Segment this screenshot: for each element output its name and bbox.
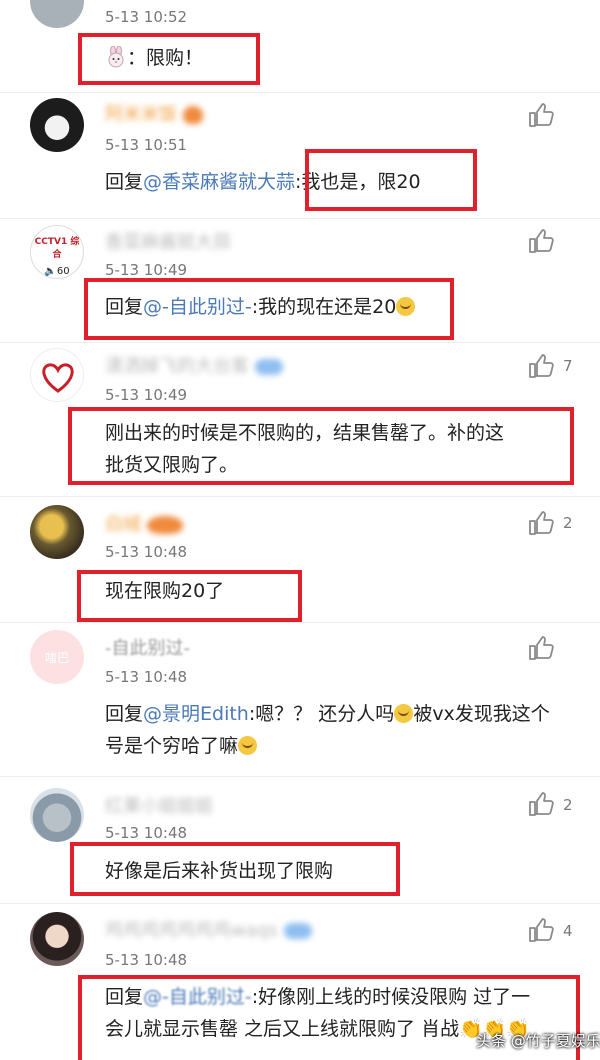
comment-content: 回复@景明Edith:嗯？？ 还分人吗 被vx发现我这个 号是个穷哈了嘛 bbox=[105, 703, 550, 757]
thumbs-up-icon[interactable] bbox=[527, 634, 555, 662]
divider bbox=[0, 903, 600, 904]
divider bbox=[0, 776, 600, 777]
comment-author[interactable]: 阿米米饭 bbox=[105, 100, 203, 126]
highlight-box bbox=[68, 407, 574, 485]
avatar[interactable] bbox=[30, 912, 84, 966]
comment-time: 5-13 10:49 bbox=[105, 261, 188, 279]
highlight-box bbox=[70, 842, 400, 896]
thumbs-up-icon[interactable] bbox=[527, 101, 555, 129]
avatar[interactable]: 嗤巴 bbox=[30, 630, 84, 684]
avatar[interactable] bbox=[30, 98, 84, 152]
divider bbox=[0, 622, 600, 623]
mention-link[interactable]: @香菜麻酱就大蒜 bbox=[143, 171, 295, 193]
comment-time: 5-13 10:52 bbox=[105, 8, 188, 26]
badge-icon bbox=[183, 106, 203, 124]
divider bbox=[0, 92, 600, 93]
comment-author[interactable]: 潇洒掉飞的大台客 bbox=[105, 352, 283, 378]
badge-icon bbox=[147, 516, 183, 534]
thumbs-up-icon[interactable] bbox=[527, 916, 555, 944]
like-count: 2 bbox=[563, 514, 573, 532]
comment-time: 5-13 10:49 bbox=[105, 386, 188, 404]
watermark: 头条 @竹子夏娱乐 bbox=[476, 1032, 600, 1050]
comment-time: 5-13 10:48 bbox=[105, 951, 188, 969]
highlight-box bbox=[77, 570, 302, 622]
avatar[interactable] bbox=[30, 348, 84, 402]
comment-author[interactable]: 红果小姐姐姐 bbox=[105, 792, 213, 818]
laughing-emoji-icon bbox=[238, 736, 258, 755]
avatar[interactable] bbox=[30, 788, 84, 842]
heart-icon bbox=[42, 363, 74, 393]
avatar[interactable] bbox=[30, 505, 84, 559]
comment-time: 5-13 10:51 bbox=[105, 136, 188, 154]
avatar[interactable]: CCTV1 综合 🔈60 bbox=[30, 225, 84, 279]
like-count: 7 bbox=[563, 357, 573, 375]
vip-badge-icon bbox=[255, 359, 283, 375]
avatar[interactable] bbox=[30, 0, 84, 28]
highlight-box bbox=[305, 149, 477, 211]
cctv-logo: CCTV1 综合 bbox=[34, 237, 80, 260]
mention-link[interactable]: @景明Edith bbox=[143, 703, 249, 725]
laughing-emoji-icon bbox=[394, 704, 414, 723]
thumbs-up-icon[interactable] bbox=[527, 509, 555, 537]
comment-author[interactable]: 鸡鸡鸡鸡鸡鸡鸡waqs bbox=[105, 916, 312, 942]
vip-badge-icon bbox=[283, 923, 312, 939]
thumbs-up-icon[interactable] bbox=[527, 352, 555, 380]
comment-author[interactable]: 白绒 bbox=[105, 510, 183, 536]
comment-time: 5-13 10:48 bbox=[105, 668, 188, 686]
divider bbox=[0, 342, 600, 343]
divider bbox=[0, 218, 600, 219]
thumbs-up-icon[interactable] bbox=[527, 227, 555, 255]
comment-time: 5-13 10:48 bbox=[105, 824, 188, 842]
like-count: 4 bbox=[563, 922, 573, 940]
reply-prefix: 回复 bbox=[105, 703, 144, 725]
volume-badge: 🔈60 bbox=[44, 266, 70, 277]
comment-author[interactable]: 香菜麻酱就大蒜 bbox=[105, 228, 231, 254]
comment-time: 5-13 10:48 bbox=[105, 543, 188, 561]
highlight-box bbox=[84, 278, 454, 340]
like-count: 2 bbox=[563, 796, 573, 814]
divider bbox=[0, 496, 600, 497]
highlight-box bbox=[78, 33, 260, 85]
thumbs-up-icon[interactable] bbox=[527, 790, 555, 818]
comment-author[interactable]: -自此别过- bbox=[105, 634, 190, 660]
reply-prefix: 回复 bbox=[105, 171, 144, 193]
